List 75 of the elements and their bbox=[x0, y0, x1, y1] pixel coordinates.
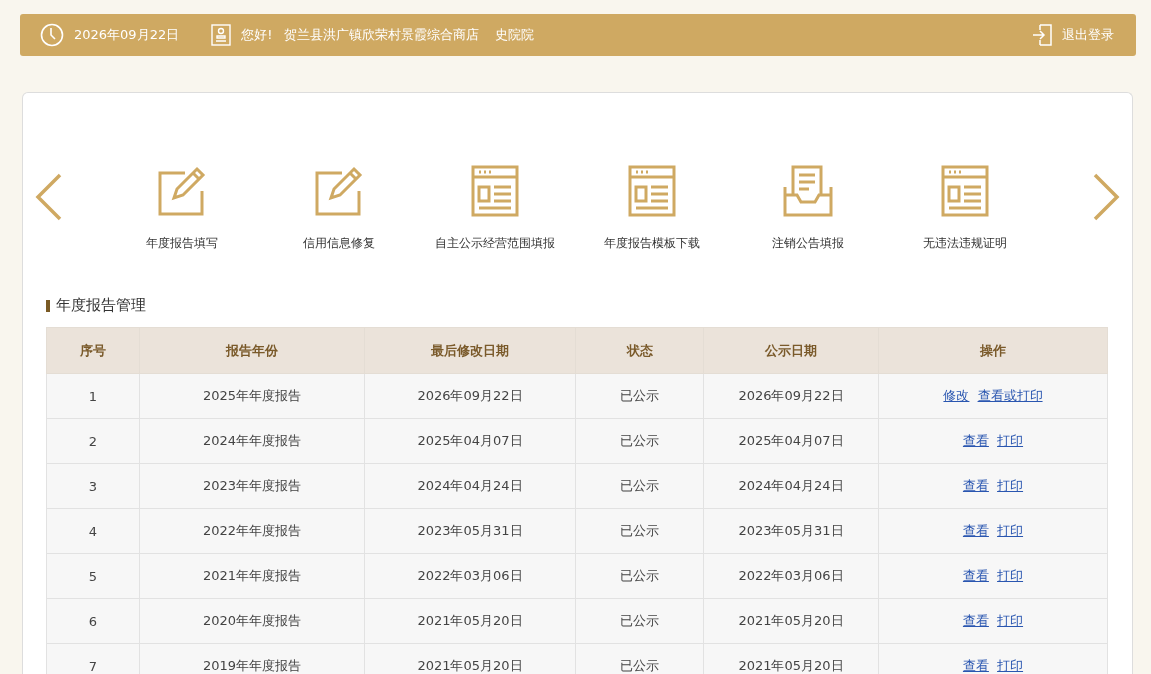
table-cell: 2023年05月31日 bbox=[364, 508, 576, 554]
clock-icon bbox=[40, 23, 64, 47]
column-header: 最后修改日期 bbox=[364, 327, 576, 374]
action-link[interactable]: 查看 bbox=[962, 568, 989, 583]
action-link[interactable]: 查看或打印 bbox=[977, 388, 1043, 403]
table-cell: 已公示 bbox=[575, 418, 704, 464]
shortcut-item[interactable]: 年度报告模板下载 bbox=[576, 165, 727, 252]
table-cell: 2026年09月22日 bbox=[703, 373, 879, 419]
table-cell: 2024年04月24日 bbox=[703, 463, 879, 509]
table-cell: 2021年年度报告 bbox=[139, 553, 365, 599]
table-cell: 已公示 bbox=[575, 463, 704, 509]
column-header: 操作 bbox=[878, 327, 1108, 374]
column-header: 公示日期 bbox=[703, 327, 879, 374]
action-link[interactable]: 打印 bbox=[997, 568, 1024, 583]
inbox-icon[interactable] bbox=[783, 165, 834, 217]
table-cell: 2019年年度报告 bbox=[139, 643, 365, 674]
shortcut-item[interactable]: 无违法违规证明 bbox=[889, 165, 1040, 252]
table-cell: 2025年04月07日 bbox=[364, 418, 576, 464]
table-cell: 2021年05月20日 bbox=[364, 643, 576, 674]
edit-icon[interactable] bbox=[157, 165, 207, 217]
action-link[interactable]: 打印 bbox=[997, 478, 1024, 493]
document-icon[interactable] bbox=[940, 165, 989, 217]
column-header: 序号 bbox=[46, 327, 140, 374]
action-link[interactable]: 打印 bbox=[997, 523, 1024, 538]
table-cell: 2022年03月06日 bbox=[364, 553, 576, 599]
action-link[interactable]: 修改 bbox=[943, 388, 970, 403]
table-cell: 已公示 bbox=[575, 643, 704, 674]
action-link[interactable]: 打印 bbox=[997, 433, 1024, 448]
table-cell: 已公示 bbox=[575, 508, 704, 554]
table-cell: 2025年04月07日 bbox=[703, 418, 879, 464]
table-cell: 7 bbox=[46, 643, 140, 674]
table-cell: 2023年年度报告 bbox=[139, 463, 365, 509]
table-cell: 2024年04月24日 bbox=[364, 463, 576, 509]
action-link[interactable]: 查看 bbox=[962, 433, 989, 448]
shortcut-item[interactable]: 注销公告填报 bbox=[733, 165, 884, 252]
action-link[interactable]: 查看 bbox=[962, 658, 989, 673]
table-cell: 2026年09月22日 bbox=[364, 373, 576, 419]
shortcut-item[interactable]: 信用信息修复 bbox=[263, 165, 414, 252]
table-cell: 1 bbox=[46, 373, 140, 419]
table-cell: 2025年年度报告 bbox=[139, 373, 365, 419]
table-cell: 3 bbox=[46, 463, 140, 509]
date-text: 2026年09月22日 bbox=[74, 26, 180, 44]
action-link[interactable]: 查看 bbox=[962, 523, 989, 538]
action-link[interactable]: 查看 bbox=[962, 613, 989, 628]
greeting-text: 您好! bbox=[241, 26, 273, 44]
table-cell: 2021年05月20日 bbox=[364, 598, 576, 644]
document-icon[interactable] bbox=[471, 165, 520, 217]
edit-icon[interactable] bbox=[313, 165, 364, 217]
logout-icon[interactable] bbox=[1032, 24, 1052, 46]
user-name: 史院院 bbox=[495, 26, 535, 44]
action-link[interactable]: 查看 bbox=[962, 478, 989, 493]
table-cell: 已公示 bbox=[575, 553, 704, 599]
table-cell: 2022年年度报告 bbox=[139, 508, 365, 554]
column-header: 报告年份 bbox=[139, 327, 365, 374]
company-name: 贺兰县洪广镇欣荣村景霞综合商店 bbox=[284, 26, 480, 44]
shortcut-item[interactable]: 自主公示经营范围填报 bbox=[420, 165, 571, 252]
action-link[interactable]: 打印 bbox=[997, 613, 1024, 628]
table-cell: 2 bbox=[46, 418, 140, 464]
column-header: 状态 bbox=[575, 327, 704, 374]
table-cell: 2021年05月20日 bbox=[703, 598, 879, 644]
table-cell: 已公示 bbox=[575, 598, 704, 644]
action-link[interactable]: 打印 bbox=[997, 658, 1024, 673]
user-card-icon bbox=[211, 24, 232, 46]
section-title: 年度报告管理 bbox=[56, 296, 146, 315]
shortcut-item[interactable]: 年度报告填写 bbox=[107, 165, 257, 252]
table-cell: 2023年05月31日 bbox=[703, 508, 879, 554]
table-cell: 2021年05月20日 bbox=[703, 643, 879, 674]
table-cell: 6 bbox=[46, 598, 140, 644]
table-cell: 2024年年度报告 bbox=[139, 418, 365, 464]
table-cell: 2020年年度报告 bbox=[139, 598, 365, 644]
document-icon[interactable] bbox=[627, 165, 676, 217]
table-cell: 5 bbox=[46, 553, 140, 599]
table-cell: 4 bbox=[46, 508, 140, 554]
table-cell: 2022年03月06日 bbox=[703, 553, 879, 599]
table-cell: 已公示 bbox=[575, 373, 704, 419]
